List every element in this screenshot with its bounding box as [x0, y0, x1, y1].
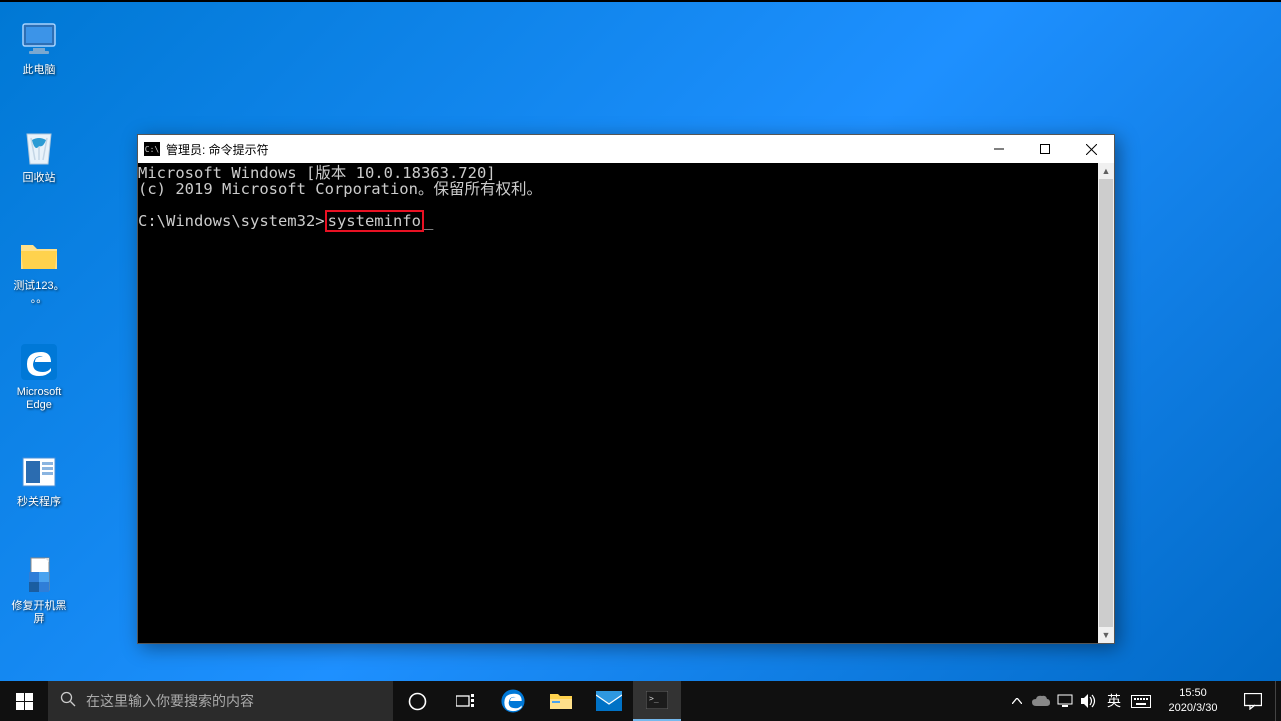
desktop-icon-this-pc[interactable]: 此电脑 — [0, 20, 78, 77]
tray-network-icon[interactable] — [1053, 681, 1077, 721]
taskbar-search[interactable] — [48, 681, 393, 721]
cmd-icon: C:\ — [144, 142, 160, 156]
search-icon — [60, 691, 76, 712]
scroll-thumb[interactable] — [1099, 179, 1113, 627]
tray-keyboard-icon[interactable] — [1127, 681, 1155, 721]
desktop-icon-label: Microsoft Edge — [15, 386, 64, 412]
cmd-input-highlight: systeminfo — [325, 210, 424, 232]
desktop-icon-fix-boot[interactable]: 修复开机黑 屏 — [0, 556, 78, 626]
task-view-button[interactable] — [441, 681, 489, 721]
cmd-window: C:\ 管理员: 命令提示符 Microsoft Windows [版本 10.… — [137, 134, 1115, 644]
taskbar-app-mail[interactable] — [585, 681, 633, 721]
scroll-up-button[interactable]: ▲ — [1098, 163, 1114, 179]
desktop-icon-edge[interactable]: Microsoft Edge — [0, 342, 78, 412]
app-icon — [19, 452, 59, 492]
desktop-icon-recycle-bin[interactable]: 回收站 — [0, 128, 78, 185]
cmd-title: 管理员: 命令提示符 — [166, 141, 269, 158]
scroll-track[interactable] — [1098, 179, 1114, 627]
system-tray: 英 15:50 2020/3/30 — [1005, 681, 1281, 721]
search-input[interactable] — [86, 693, 366, 709]
svg-text:>_: >_ — [649, 694, 659, 703]
desktop-icon-label: 测试123。 。。 — [11, 280, 66, 306]
cmd-titlebar[interactable]: C:\ 管理员: 命令提示符 — [138, 135, 1114, 163]
tray-volume-icon[interactable] — [1077, 681, 1101, 721]
recycle-bin-icon — [19, 128, 59, 168]
tray-onedrive-icon[interactable] — [1029, 681, 1053, 721]
desktop-icon-label: 秒关程序 — [15, 496, 63, 509]
scroll-down-button[interactable]: ▼ — [1098, 627, 1114, 643]
desktop-icon-label: 此电脑 — [21, 64, 58, 77]
ime-indicator[interactable]: 英 — [1101, 681, 1127, 721]
show-desktop-button[interactable] — [1275, 681, 1281, 721]
desktop-icon-label: 回收站 — [21, 172, 58, 185]
maximize-button[interactable] — [1022, 135, 1068, 163]
text-cursor: _ — [424, 213, 432, 229]
clock-time: 15:50 — [1179, 686, 1207, 701]
folder-icon — [19, 236, 59, 276]
scrollbar[interactable]: ▲ ▼ — [1098, 163, 1114, 643]
desktop-icon-shutdown[interactable]: 秒关程序 — [0, 452, 78, 509]
taskbar: >_ 英 — [0, 681, 1281, 721]
cmd-line-2: (c) 2019 Microsoft Corporation。保留所有权利。 — [138, 180, 542, 198]
taskbar-app-cmd[interactable]: >_ — [633, 681, 681, 721]
cmd-output[interactable]: Microsoft Windows [版本 10.0.18363.720] (c… — [138, 163, 1098, 643]
tray-chevron-icon[interactable] — [1005, 681, 1029, 721]
cmd-prompt: C:\Windows\system32> — [138, 212, 325, 230]
clock-date: 2020/3/30 — [1169, 701, 1218, 716]
taskbar-app-edge[interactable] — [489, 681, 537, 721]
cortana-button[interactable] — [393, 681, 441, 721]
minimize-button[interactable] — [976, 135, 1022, 163]
taskbar-app-explorer[interactable] — [537, 681, 585, 721]
desktop-icon-folder-test123[interactable]: 测试123。 。。 — [0, 236, 78, 306]
close-button[interactable] — [1068, 135, 1114, 163]
action-center-button[interactable] — [1231, 681, 1275, 721]
edge-icon — [19, 342, 59, 382]
app-icon — [19, 556, 59, 596]
start-button[interactable] — [0, 681, 48, 721]
taskbar-clock[interactable]: 15:50 2020/3/30 — [1155, 681, 1231, 721]
desktop-icon-label: 修复开机黑 屏 — [10, 600, 69, 626]
pc-icon — [19, 20, 59, 60]
